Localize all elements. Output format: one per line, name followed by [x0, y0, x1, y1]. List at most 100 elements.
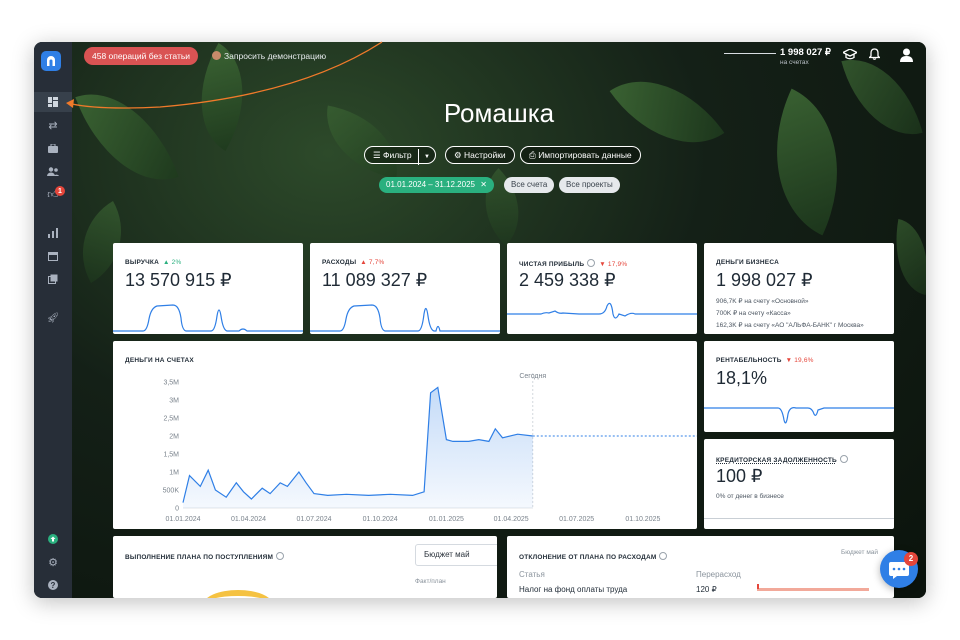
request-demo-label: Запросить демонстрацию — [224, 51, 327, 61]
x-tick-label: 01.10.2025 — [625, 516, 660, 523]
accounts-chip[interactable]: Все счета — [504, 177, 555, 193]
today-label: Сегодня — [519, 373, 546, 380]
sidebar-item-operations[interactable]: ⇄ — [34, 115, 72, 135]
overspend-marker — [757, 584, 759, 589]
x-tick-label: 01.01.2025 — [429, 516, 464, 523]
filter-button[interactable]: ☰ Фильтр ▼ — [364, 146, 436, 165]
gauge-chart — [203, 590, 273, 598]
expenses-label: РАСХОДЫ ▲ 7,7% — [322, 259, 385, 266]
net-profit-sparkline — [507, 302, 697, 319]
income-plan-card[interactable]: ВЫПОЛНЕНИЕ ПЛАНА ПО ПОСТУПЛЕНИЯМ Бюджет … — [113, 536, 497, 598]
info-icon[interactable] — [659, 552, 668, 560]
dashboard-icon — [48, 97, 58, 107]
sidebar-item-dashboard[interactable] — [34, 92, 72, 112]
sidebar-item-documents[interactable] — [34, 269, 72, 289]
sidebar-notification-badge: 1 — [55, 186, 65, 196]
account-line-cash: 700K ₽ на счету «Касса» — [716, 310, 791, 317]
import-data-button[interactable]: ⎙ Импортировать данные — [520, 146, 641, 164]
payables-value: 100 ₽ — [716, 466, 763, 486]
payables-baseline — [704, 518, 894, 519]
profitability-delta: ▼ 19,6% — [785, 357, 814, 364]
date-range-label: 01.01.2024 – 31.12.2025 — [386, 180, 475, 189]
request-demo-link[interactable]: Запросить демонстрацию — [212, 47, 326, 65]
uncategorized-operations-pill[interactable]: 458 операций без статьи — [84, 47, 199, 65]
revenue-delta: ▲ 2% — [162, 259, 182, 266]
settings-label: Настройки — [464, 150, 506, 160]
sidebar-item-contractors[interactable] — [34, 161, 72, 181]
settings-button[interactable]: ⚙ Настройки — [445, 146, 515, 164]
bell-icon[interactable] — [866, 48, 882, 64]
avatar — [212, 51, 221, 60]
y-tick-label: 2,5M — [163, 416, 179, 423]
copy-icon — [48, 274, 58, 284]
expense-deviation-card[interactable]: ОТКЛОНЕНИЕ ОТ ПЛАНА ПО РАСХОДАМ Бюджет м… — [507, 536, 894, 598]
net-profit-value: 2 459 338 ₽ — [519, 270, 616, 290]
projects-chip[interactable]: Все проекты — [559, 177, 620, 193]
sidebar-item-launch[interactable]: 🚀︎ — [34, 308, 72, 328]
balance-subtitle: на счетах — [780, 59, 809, 66]
business-money-card[interactable]: ДЕНЬГИ БИЗНЕСА 1 998 027 ₽ 906,7K ₽ на с… — [704, 243, 894, 334]
expenses-card[interactable]: РАСХОДЫ ▲ 7,7% 11 089 327 ₽ — [310, 243, 500, 334]
sidebar-item-settings[interactable]: ⚙ — [34, 552, 72, 572]
profitability-card[interactable]: РЕНТАБЕЛЬНОСТЬ ▼ 19,6% 18,1% — [704, 341, 894, 432]
sidebar-item-help[interactable]: ? — [34, 575, 72, 595]
date-range-chip[interactable]: 01.01.2024 – 31.12.2025 ✕ — [379, 177, 494, 193]
balance-summary[interactable]: 1 998 027 ₽ на счетах — [724, 46, 854, 68]
gear-icon: ⚙ — [454, 150, 462, 160]
payables-label: КРЕДИТОРСКАЯ ЗАДОЛЖЕННОСТЬ — [716, 455, 848, 464]
payables-card[interactable]: КРЕДИТОРСКАЯ ЗАДОЛЖЕННОСТЬ 100 ₽ 0% от д… — [704, 439, 894, 529]
row-overspend-value: 120 ₽ — [696, 585, 717, 594]
net-profit-label: ЧИСТАЯ ПРИБЫЛЬ ▼ 17,9% — [519, 259, 628, 268]
revenue-sparkline — [113, 304, 303, 332]
y-tick-label: 500K — [163, 488, 180, 495]
sidebar-item-calendar[interactable] — [34, 246, 72, 266]
sidebar-item-reports[interactable] — [34, 223, 72, 243]
users-icon — [47, 166, 59, 176]
gear-icon: ⚙ — [48, 556, 58, 569]
y-tick-label: 1M — [169, 470, 179, 477]
cash-balance-chart-card[interactable]: ДЕНЬГИ НА СЧЕТАХ 0 500K 1M 1,5M 2M 2,5M 3M 3,5M… — [113, 341, 697, 529]
graduation-cap-icon[interactable] — [841, 48, 859, 64]
user-icon[interactable] — [898, 48, 914, 64]
y-tick-label: 3,5M — [163, 380, 179, 387]
chat-unread-badge: 2 — [904, 552, 918, 566]
row-article: Налог на фонд оплаты труда — [519, 585, 628, 594]
sidebar-item-deals[interactable] — [34, 138, 72, 158]
info-icon[interactable] — [587, 259, 596, 267]
info-icon[interactable] — [839, 455, 848, 463]
profitability-label: РЕНТАБЕЛЬНОСТЬ ▼ 19,6% — [716, 357, 814, 364]
x-tick-label: 01.04.2025 — [494, 516, 529, 523]
y-tick-label: 3M — [169, 398, 179, 405]
profitability-sparkline — [704, 407, 894, 424]
balance-value: 1 998 027 ₽ — [780, 47, 831, 58]
col-overspend-header: Перерасход — [696, 570, 741, 579]
budget-select[interactable]: Бюджет май ▼ — [415, 544, 497, 566]
sidebar-item-status[interactable] — [34, 529, 72, 549]
business-money-label: ДЕНЬГИ БИЗНЕСА — [716, 259, 779, 266]
balance-divider — [724, 53, 776, 54]
filter-icon: ☰ — [373, 150, 381, 160]
revenue-value: 13 570 915 ₽ — [125, 270, 232, 290]
col-article-header: Статья — [519, 570, 545, 579]
sidebar-item-likes[interactable]: 👍︎ — [34, 184, 72, 204]
expense-budget-label: Бюджет май — [841, 549, 879, 556]
x-tick-label: 01.10.2024 — [363, 516, 398, 523]
sidebar: ⇄ 👍︎ 1 🚀︎ ⚙ ? — [34, 42, 72, 598]
app-logo[interactable] — [41, 51, 61, 71]
transfer-icon: ⇄ — [48, 119, 58, 132]
arrow-up-circle-icon — [48, 534, 58, 544]
account-line-alfabank: 162,3K ₽ на счету «АО "АЛЬФА-БАНК" г Мос… — [716, 322, 864, 329]
revenue-card[interactable]: ВЫРУЧКА ▲ 2% 13 570 915 ₽ — [113, 243, 303, 334]
account-line-main: 906,7K ₽ на счету «Основной» — [716, 298, 809, 305]
chevron-down-icon[interactable]: ▼ — [417, 149, 435, 165]
y-tick-label: 1,5M — [163, 452, 179, 459]
topbar: 458 операций без статьи Запросить демонс… — [72, 42, 926, 72]
payables-subtitle: 0% от денег в бизнесе — [716, 493, 784, 500]
calendar-icon — [48, 252, 58, 261]
net-profit-card[interactable]: ЧИСТАЯ ПРИБЫЛЬ ▼ 17,9% 2 459 338 ₽ — [507, 243, 697, 334]
rocket-icon: 🚀︎ — [46, 312, 60, 324]
close-icon[interactable]: ✕ — [480, 180, 487, 189]
cash-area-fill — [183, 387, 533, 508]
info-icon[interactable] — [276, 552, 285, 560]
x-tick-label: 01.07.2025 — [559, 516, 594, 523]
